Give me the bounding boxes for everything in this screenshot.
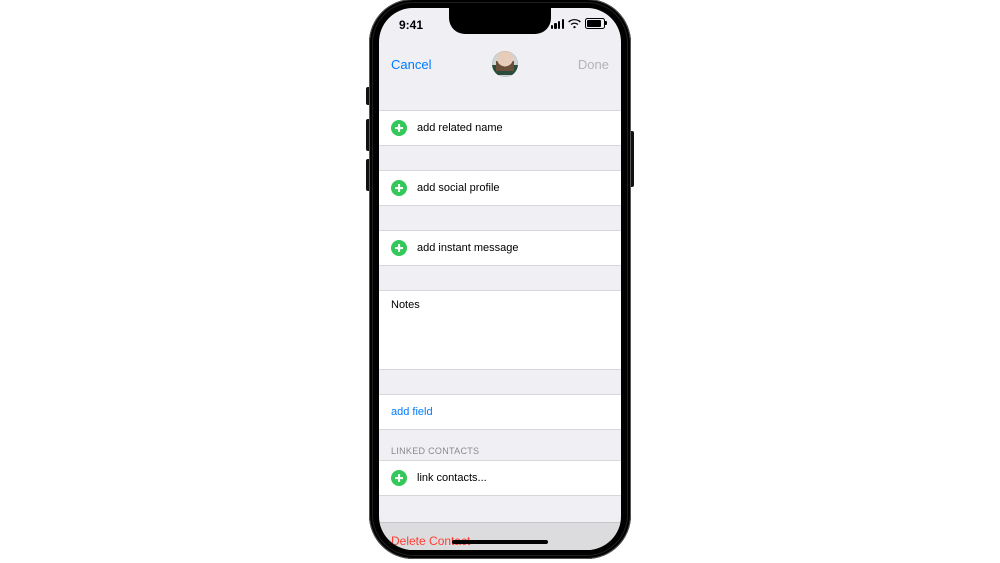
- volume-up-button: [366, 119, 369, 151]
- row-label: add social profile: [417, 182, 500, 194]
- home-indicator: [452, 540, 548, 544]
- notes-label: Notes: [391, 299, 420, 311]
- battery-icon: [585, 18, 605, 29]
- edit-contact-content: add related name add social profile add …: [379, 86, 621, 550]
- wifi-icon: [568, 19, 581, 29]
- done-button[interactable]: Done: [578, 57, 609, 72]
- plus-icon: [391, 120, 407, 136]
- volume-down-button: [366, 159, 369, 191]
- link-contacts-row[interactable]: link contacts...: [379, 460, 621, 496]
- plus-icon: [391, 180, 407, 196]
- row-label: link contacts...: [417, 472, 487, 484]
- mute-switch: [366, 87, 369, 105]
- add-social-profile-row[interactable]: add social profile: [379, 170, 621, 206]
- cancel-button[interactable]: Cancel: [391, 57, 431, 72]
- add-field-row[interactable]: add field: [379, 394, 621, 430]
- row-label: add related name: [417, 122, 503, 134]
- linked-contacts-header: LINKED CONTACTS: [379, 430, 621, 460]
- iphone-frame: 9:41 Cancel Done: [369, 0, 631, 559]
- status-time: 9:41: [399, 18, 423, 32]
- power-button: [631, 131, 634, 187]
- notes-field[interactable]: Notes: [379, 290, 621, 370]
- row-label: add field: [391, 406, 433, 418]
- add-related-name-row[interactable]: add related name: [379, 110, 621, 146]
- contact-avatar[interactable]: [492, 51, 518, 77]
- plus-icon: [391, 470, 407, 486]
- cellular-signal-icon: [551, 19, 564, 29]
- notch: [449, 8, 551, 34]
- screen: 9:41 Cancel Done: [379, 8, 621, 550]
- delete-contact-row[interactable]: Delete Contact: [379, 522, 621, 550]
- row-label: add instant message: [417, 242, 519, 254]
- plus-icon: [391, 240, 407, 256]
- add-instant-message-row[interactable]: add instant message: [379, 230, 621, 266]
